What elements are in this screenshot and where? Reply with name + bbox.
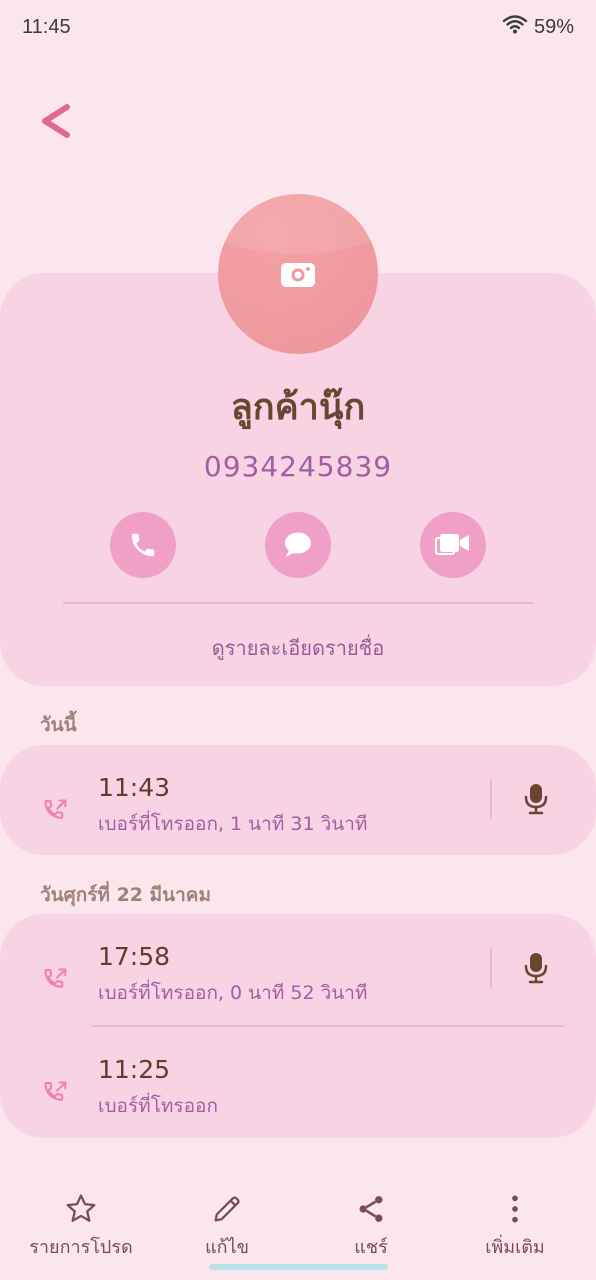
nav-share-button[interactable]: แชร์ (301, 1192, 441, 1261)
outgoing-call-icon (44, 968, 67, 988)
avatar[interactable] (218, 194, 378, 354)
call-log-entry[interactable]: 17:58 เบอร์ที่โทรออก, 0 นาที 52 วินาที (0, 942, 596, 1022)
call-description: เบอร์ที่โทรออก, 0 นาที 52 วินาที (98, 982, 368, 1004)
star-icon (66, 1194, 96, 1222)
call-time: 11:25 (98, 1055, 171, 1084)
entry-separator (92, 1025, 564, 1027)
recording-button[interactable] (518, 779, 554, 819)
nav-more-button[interactable]: เพิ่มเติม (445, 1192, 585, 1261)
nav-label: รายการโปรด (29, 1237, 133, 1258)
call-time: 17:58 (98, 942, 171, 971)
chevron-left-icon (42, 104, 70, 138)
message-button[interactable] (265, 512, 331, 578)
status-bar: 11:45 59% (0, 0, 596, 54)
video-call-button[interactable] (420, 512, 486, 578)
pencil-icon (214, 1196, 240, 1222)
message-icon (285, 532, 311, 557)
share-icon (359, 1196, 383, 1222)
home-indicator[interactable] (209, 1264, 388, 1270)
call-time: 11:43 (98, 773, 171, 802)
microphone-icon (524, 953, 548, 984)
status-indicators: 59% (502, 13, 574, 41)
contact-name: ลูกค้านุ๊ก (230, 387, 366, 428)
contact-phone: 0934245839 (203, 450, 393, 483)
outgoing-call-icon (44, 799, 67, 819)
nav-label: เพิ่มเติม (485, 1237, 545, 1258)
section-label-today: วันนี้ (40, 714, 77, 736)
call-log-entry[interactable]: 11:25 เบอร์ที่โทรออก (0, 1055, 596, 1135)
phone-icon (131, 533, 155, 557)
nav-favorites-button[interactable]: รายการโปรด (11, 1192, 151, 1261)
call-description: เบอร์ที่โทรออก (98, 1095, 218, 1117)
more-vertical-icon (512, 1195, 518, 1223)
nav-label: แชร์ (354, 1237, 388, 1258)
entry-divider (490, 779, 492, 819)
view-contact-details-link[interactable]: ดูรายละเอียดรายชื่อ (0, 632, 596, 664)
microphone-icon (524, 784, 548, 815)
bottom-nav: รายการโปรด แก้ไข แชร์ เพิ่มเติม (0, 1192, 596, 1268)
outgoing-call-icon (44, 1081, 67, 1101)
nav-edit-button[interactable]: แก้ไข (157, 1192, 297, 1261)
wifi-icon (502, 13, 528, 41)
entry-divider (490, 948, 492, 988)
camera-icon (281, 263, 315, 287)
video-icon (435, 534, 469, 555)
status-time: 11:45 (22, 15, 71, 38)
card-divider (63, 602, 534, 604)
back-button[interactable] (30, 96, 80, 146)
recording-button[interactable] (518, 948, 554, 988)
call-button[interactable] (110, 512, 176, 578)
nav-label: แก้ไข (205, 1237, 249, 1258)
battery-level: 59% (533, 15, 574, 38)
call-description: เบอร์ที่โทรออก, 1 นาที 31 วินาที (98, 813, 368, 835)
section-label-date: วันศุกร์ที่ 22 มีนาคม (40, 884, 212, 906)
call-log-entry[interactable]: 11:43 เบอร์ที่โทรออก, 1 นาที 31 วินาที (0, 773, 596, 853)
